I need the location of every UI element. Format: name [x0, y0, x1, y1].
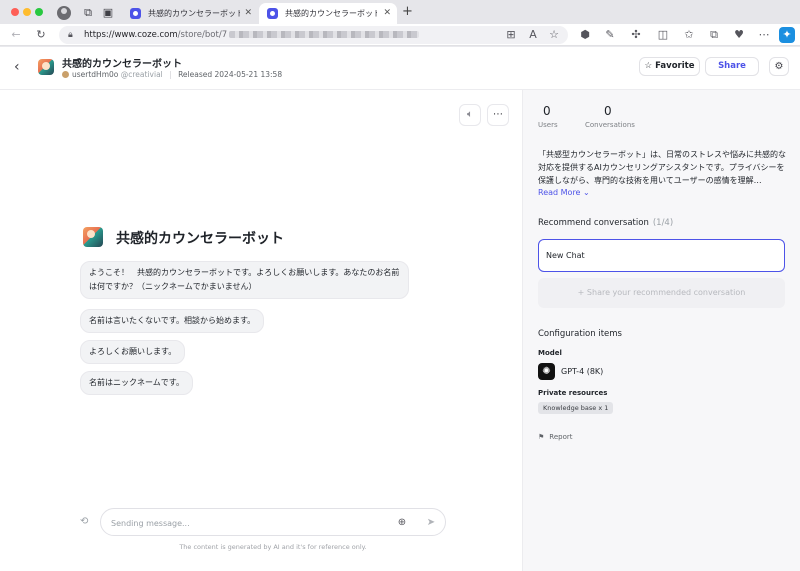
bot-meta: usertdHm0o @creativial | Released 2024-0…: [62, 70, 282, 79]
send-icon[interactable]: ➤: [423, 515, 439, 531]
users-count: 0: [543, 104, 551, 118]
chevron-down-icon: ⌄: [583, 188, 590, 197]
browser-tab-bar: ⧉ ▣ 共感的カウンセラーボット - Publi ✕ 共感的カウンセラーボット …: [0, 0, 800, 24]
openai-logo-icon: ✺: [538, 363, 555, 380]
welcome-bot-name: 共感的カウンセラーボット: [116, 231, 284, 247]
reload-icon[interactable]: ↻: [33, 27, 49, 43]
app-available-icon[interactable]: ⊞: [503, 27, 519, 43]
settings-gear-icon[interactable]: ⚙: [769, 57, 789, 76]
read-more-link[interactable]: Read More ⌄: [538, 188, 590, 197]
minimize-window-button[interactable]: [23, 8, 31, 16]
private-resources-label: Private resources: [538, 389, 608, 397]
report-link[interactable]: ⚑ Report: [538, 433, 573, 441]
more-menu-icon[interactable]: ⋯: [756, 27, 772, 43]
browser-toolbar: ← ↻ 🔒︎ https://www.coze.com/store/bot/7 …: [0, 24, 800, 46]
chat-panel: 🔈︎ ⋯ 共感的カウンセラーボット ようこそ！ 共感的カウンセラーボットです。よ…: [0, 90, 522, 571]
knowledge-base-badge: Knowledge base x 1: [538, 402, 614, 414]
extension-pen-icon[interactable]: ✎: [602, 27, 618, 43]
star-icon: ☆: [644, 61, 653, 71]
tab-publish[interactable]: 共感的カウンセラーボット - Publi ✕: [122, 3, 258, 24]
conversations-count: 0: [604, 104, 612, 118]
clear-context-icon[interactable]: ⟲: [80, 516, 88, 527]
bot-info-panel: 0 Users 0 Conversations 「共感型カウンセラーボット」は、…: [522, 90, 800, 571]
recommend-title: Recommend conversation (1/4): [538, 218, 674, 228]
suggestion-chip[interactable]: 名前は言いたくないです。相談から始めます。: [80, 309, 265, 333]
profile-icon[interactable]: [57, 6, 71, 20]
close-tab-icon[interactable]: ✕: [383, 3, 391, 24]
welcome-bot-avatar: [83, 227, 103, 247]
back-chevron-icon[interactable]: ‹: [14, 59, 20, 75]
more-options-icon[interactable]: ⋯: [487, 104, 509, 126]
maximize-window-button[interactable]: [35, 8, 43, 16]
share-recommended-button[interactable]: + Share your recommended conversation: [538, 278, 785, 308]
recommended-conversation-item[interactable]: New Chat: [538, 239, 785, 272]
users-label: Users: [538, 121, 558, 129]
favorites-icon[interactable]: ✩: [681, 27, 697, 43]
coze-favicon-icon: [267, 8, 278, 19]
greeting-message: ようこそ！ 共感的カウンセラーボットです。よろしくお願いします。あなたのお名前は…: [80, 261, 409, 299]
ai-disclaimer: The content is generated by AI and it's …: [179, 543, 367, 551]
new-tab-button[interactable]: +: [402, 5, 413, 19]
blurred-url-segment: [229, 31, 420, 38]
creator-avatar: [62, 71, 69, 78]
creator-handle: @creativial: [120, 70, 163, 79]
voice-toggle-icon[interactable]: 🔈︎: [459, 104, 481, 126]
model-label: Model: [538, 349, 562, 357]
performance-icon[interactable]: ♥: [731, 27, 747, 43]
bot-avatar: [38, 59, 54, 75]
message-input[interactable]: [111, 515, 381, 531]
creator-username[interactable]: usertdHm0o: [72, 70, 118, 79]
close-window-button[interactable]: [11, 8, 19, 16]
extensions-puzzle-icon[interactable]: ✣: [628, 27, 644, 43]
conversations-label: Conversations: [585, 121, 635, 129]
favorite-button[interactable]: ☆ Favorite: [639, 57, 700, 76]
model-name: GPT-4 (8K): [561, 367, 604, 376]
suggestion-chip[interactable]: よろしくお願いします。: [80, 340, 186, 364]
add-attachment-icon[interactable]: ⊕: [394, 515, 410, 531]
collections-icon[interactable]: ⧉: [706, 27, 722, 43]
lock-icon: 🔒︎: [68, 30, 73, 40]
suggestion-chip[interactable]: 名前はニックネームです。: [80, 371, 193, 395]
bot-title: 共感的カウンセラーボット: [62, 59, 182, 70]
extension-shield-icon[interactable]: ⬢: [577, 27, 593, 43]
release-date: Released 2024-05-21 13:58: [178, 70, 283, 79]
favorite-star-icon[interactable]: ☆: [546, 27, 562, 43]
address-bar[interactable]: 🔒︎ https://www.coze.com/store/bot/7: [59, 26, 568, 44]
close-tab-icon[interactable]: ✕: [244, 3, 252, 24]
share-button[interactable]: Share: [705, 57, 759, 76]
message-input-box[interactable]: ⊕ ➤: [100, 508, 446, 536]
vertical-tabs-icon[interactable]: ▣: [101, 6, 115, 20]
bot-description: 「共感型カウンセラーボット」は、日常のストレスや悩みに共感的な対応を提供するAI…: [538, 150, 786, 185]
flag-icon: ⚑: [538, 433, 545, 441]
config-title: Configuration items: [538, 329, 622, 339]
split-screen-icon[interactable]: ◫: [655, 27, 671, 43]
tab-coze-active[interactable]: 共感的カウンセラーボット - Coze ✕: [259, 3, 397, 24]
workspaces-icon[interactable]: ⧉: [81, 6, 95, 20]
copilot-icon[interactable]: ✦: [779, 27, 795, 43]
bot-header: ‹ 共感的カウンセラーボット usertdHm0o @creativial | …: [0, 47, 800, 90]
read-aloud-icon[interactable]: A: [525, 27, 541, 43]
coze-favicon-icon: [130, 8, 141, 19]
back-arrow-icon[interactable]: ←: [8, 27, 24, 43]
